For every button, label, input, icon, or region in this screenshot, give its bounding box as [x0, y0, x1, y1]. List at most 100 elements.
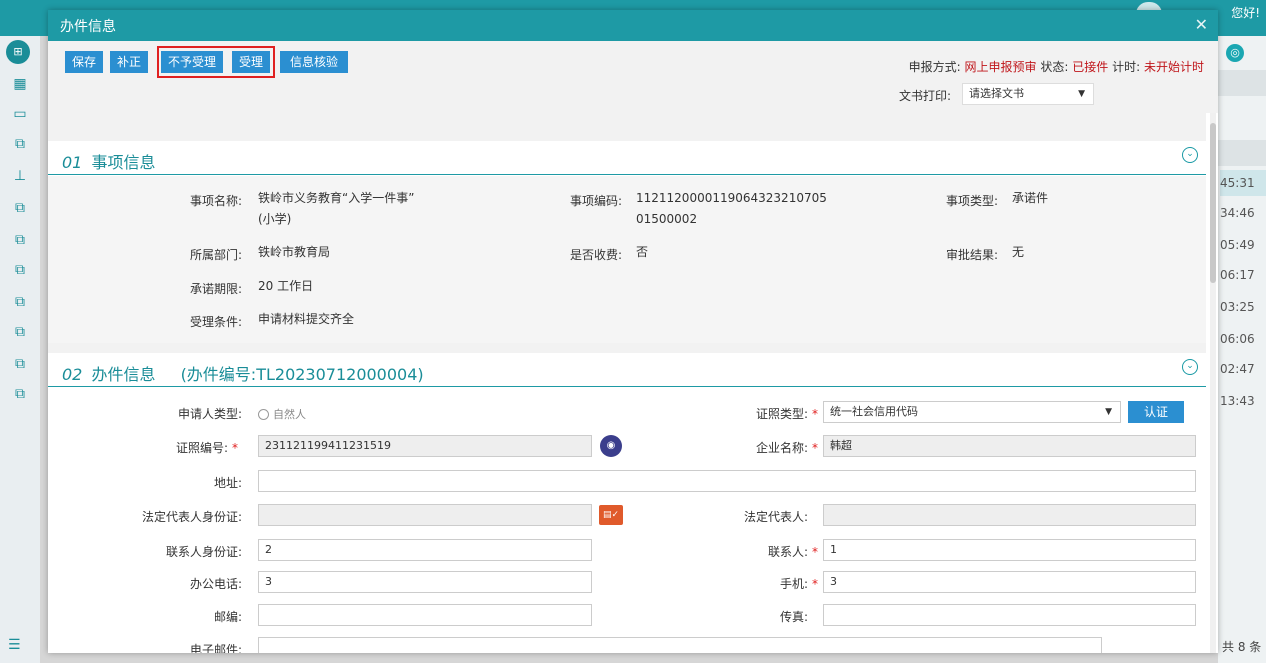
address-label: 地址: — [213, 476, 242, 490]
contact-field[interactable]: 1 — [823, 539, 1196, 561]
result-value: 无 — [1012, 245, 1025, 259]
doc-icon[interactable]: ⧉ — [10, 260, 30, 280]
dialog-toolbar: 保存 补正 不予受理 受理 信息核验 申报方式: 网上申报预审 状态: 已接件 … — [48, 41, 1218, 113]
chevron-down-icon[interactable]: ⌄ — [1182, 359, 1198, 375]
chevron-down-icon[interactable]: ⌄ — [1182, 147, 1198, 163]
applicant-type-radio[interactable]: 自然人 — [258, 406, 306, 422]
cert-no-label: 证照编号: * — [175, 441, 238, 455]
monitor-icon[interactable]: ▭ — [10, 104, 30, 124]
chevron-down-icon: ▼ — [1105, 407, 1112, 417]
verify-button[interactable]: 信息核验 — [280, 51, 348, 73]
list-item-time[interactable]: 02:47 — [1220, 362, 1266, 376]
org-icon[interactable]: ⊥ — [10, 166, 30, 186]
state-value: 已接件 — [1072, 60, 1109, 74]
print-label: 文书打印: — [899, 89, 952, 103]
legal-label: 法定代表人: — [743, 510, 808, 524]
status-line: 申报方式: 网上申报预审 状态: 已接件 计时: 未开始计时 — [909, 58, 1204, 75]
list-item-time[interactable]: 06:06 — [1220, 332, 1266, 346]
section-body: 事项名称: 铁岭市义务教育“入学一件事” (小学) 事项编码: 11211200… — [48, 176, 1206, 343]
section-title-text: 办件信息 — [91, 365, 156, 384]
cert-type-select[interactable]: 统一社会信用代码 ▼ — [823, 401, 1121, 423]
email-label: 电子邮件: — [189, 643, 242, 653]
contact-label: 联系人: * — [767, 545, 818, 559]
scrollbar[interactable] — [1210, 113, 1216, 653]
list-item-time[interactable]: 03:25 — [1220, 300, 1266, 314]
dept-value: 铁岭市教育局 — [258, 245, 331, 259]
list-item-time[interactable]: 13:43 — [1220, 394, 1266, 408]
chevron-down-icon: ▼ — [1078, 89, 1085, 99]
cert-no-field[interactable]: 231121199411231519 — [258, 435, 592, 457]
mobile-field[interactable]: 3 — [823, 571, 1196, 593]
case-number: (办件编号:TL20230712000004) — [180, 365, 424, 384]
print-doc-select[interactable]: 请选择文书 ▼ — [962, 83, 1094, 105]
legal-id-label: 法定代表人身份证: — [141, 510, 242, 524]
read-card-icon[interactable]: ◉ — [600, 435, 622, 457]
item-name-label: 事项名称: — [189, 194, 242, 208]
legal-field[interactable] — [823, 504, 1196, 526]
background-list: ◎ 45:31 34:46 05:49 06:17 03:25 06:06 02… — [1218, 36, 1266, 663]
list-header — [1218, 140, 1266, 166]
fax-field[interactable] — [823, 604, 1196, 626]
fee-value: 否 — [636, 245, 649, 259]
item-type-value: 承诺件 — [1012, 191, 1049, 205]
fax-label: 传真: — [779, 610, 808, 624]
auth-button[interactable]: 认证 — [1128, 401, 1184, 423]
doc-icon[interactable]: ⧉ — [10, 134, 30, 154]
company-field[interactable]: 韩超 — [823, 435, 1196, 457]
period-value: 20 工作日 — [258, 279, 314, 293]
postcode-label: 邮编: — [213, 610, 242, 624]
postcode-field[interactable] — [258, 604, 592, 626]
section-title: 01 事项信息 — [62, 149, 155, 173]
list-item-time[interactable]: 45:31 — [1220, 170, 1266, 196]
doc-icon[interactable]: ⧉ — [10, 230, 30, 250]
address-field[interactable] — [258, 470, 1196, 492]
doc-icon[interactable]: ⧉ — [10, 384, 30, 404]
accept-button[interactable]: 受理 — [232, 51, 270, 73]
section-header[interactable]: 02 办件信息 (办件编号:TL20230712000004) ⌄ — [48, 353, 1206, 387]
doc-icon[interactable]: ⧉ — [10, 292, 30, 312]
close-icon[interactable]: ✕ — [1195, 15, 1208, 34]
result-label: 审批结果: — [945, 248, 998, 262]
item-code-value: 11211200001190643232107​05 — [636, 191, 827, 205]
calendar-icon[interactable]: ▦ — [10, 74, 30, 94]
section-header[interactable]: 01 事项信息 ⌄ — [48, 141, 1206, 175]
email-field[interactable] — [258, 637, 1102, 653]
grid-icon[interactable]: ⊞ — [6, 40, 30, 64]
contact-id-field[interactable]: 2 — [258, 539, 592, 561]
contact-id-label: 联系人身份证: — [165, 545, 242, 559]
reject-button[interactable]: 不予受理 — [161, 51, 223, 73]
radio-icon — [258, 409, 269, 420]
doc-icon[interactable]: ⧉ — [10, 354, 30, 374]
item-type-label: 事项类型: — [945, 194, 998, 208]
timer-label: 计时: — [1112, 60, 1141, 74]
company-label: 企业名称: * — [755, 441, 818, 455]
section-title: 02 办件信息 (办件编号:TL20230712000004) — [62, 361, 424, 385]
list-item-time[interactable]: 05:49 — [1220, 238, 1266, 252]
dept-label: 所属部门: — [189, 248, 242, 262]
doc-icon[interactable]: ⧉ — [10, 198, 30, 218]
section-number: 02 — [62, 365, 83, 384]
applicant-type-label: 申请人类型: — [177, 407, 242, 421]
list-item-time[interactable]: 34:46 — [1220, 206, 1266, 220]
print-select-text: 请选择文书 — [969, 87, 1024, 100]
id-card-icon[interactable]: ▤✓ — [599, 505, 623, 525]
cloud-icon[interactable]: ◎ — [1226, 44, 1244, 62]
cert-type-value: 统一社会信用代码 — [830, 405, 918, 418]
fee-label: 是否收费: — [569, 248, 622, 262]
case-info-dialog: 办件信息 ✕ 保存 补正 不予受理 受理 信息核验 申报方式: 网上申报预审 状… — [48, 10, 1218, 653]
total-count: 共 8 条 — [1222, 640, 1262, 654]
legal-id-field[interactable] — [258, 504, 592, 526]
item-name-value: 铁岭市义务教育“入学一件事” — [258, 191, 415, 205]
section-title-text: 事项信息 — [91, 153, 156, 172]
dialog-title-bar: 办件信息 ✕ — [48, 10, 1218, 41]
supplement-button[interactable]: 补正 — [110, 51, 148, 73]
office-phone-label: 办公电话: — [189, 577, 242, 591]
cert-type-label: 证照类型: * — [755, 407, 818, 421]
collapse-menu-icon[interactable]: ☰ — [8, 637, 21, 653]
method-value: 网上申报预审 — [964, 60, 1037, 74]
list-item-time[interactable]: 06:17 — [1220, 268, 1266, 282]
save-button[interactable]: 保存 — [65, 51, 103, 73]
doc-icon[interactable]: ⧉ — [10, 322, 30, 342]
scroll-thumb[interactable] — [1210, 123, 1216, 283]
office-phone-field[interactable]: 3 — [258, 571, 592, 593]
